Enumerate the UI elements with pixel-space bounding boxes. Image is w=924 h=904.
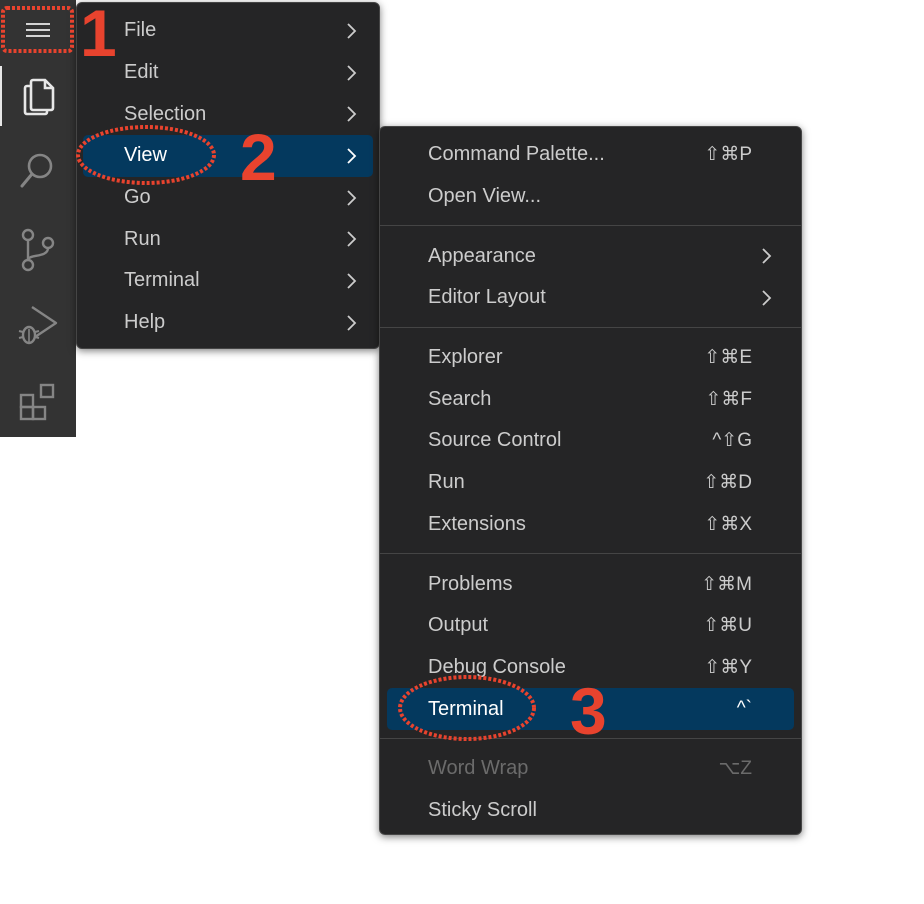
view-menu-item-editor-layout[interactable]: Editor Layout xyxy=(387,277,794,319)
menu-item-shortcut: ⌥Z xyxy=(718,758,752,780)
menu-item-label: Appearance xyxy=(428,244,536,267)
chevron-right-icon xyxy=(347,64,357,81)
main-menu-item-go[interactable]: Go xyxy=(83,177,373,219)
submenu-chevron xyxy=(345,10,357,52)
menu-item-label: Sticky Scroll xyxy=(428,798,537,821)
application-menu: File Edit Selection View Go Run Terminal Help xyxy=(76,2,380,349)
menu-item-label: Help xyxy=(124,311,166,334)
view-menu-item-problems[interactable]: Problems ⇧⌘M xyxy=(387,563,794,605)
submenu-chevron xyxy=(345,177,357,219)
chevron-right-icon xyxy=(347,315,357,331)
application-menu-button[interactable] xyxy=(0,2,76,58)
view-menu-item-command-palette[interactable]: Command Palette... ⇧⌘P xyxy=(387,134,794,176)
menu-item-shortcut: ⇧⌘P xyxy=(704,144,752,166)
view-menu-item-run[interactable]: Run ⇧⌘D xyxy=(387,462,794,504)
source-control-icon xyxy=(21,228,55,272)
main-menu-item-edit[interactable]: Edit xyxy=(83,52,373,94)
main-menu-item-run[interactable]: Run xyxy=(83,218,373,260)
menu-separator xyxy=(380,553,801,555)
menu-item-label: File xyxy=(124,19,157,42)
menu-item-label: Run xyxy=(124,227,161,250)
submenu-chevron xyxy=(345,260,357,302)
chevron-right-icon xyxy=(347,273,357,289)
chevron-right-icon xyxy=(762,248,772,264)
view-menu-item-extensions[interactable]: Extensions ⇧⌘X xyxy=(387,504,794,546)
menu-item-shortcut: ⇧⌘Y xyxy=(704,656,752,678)
annotation-number-1: 1 xyxy=(80,0,117,70)
menu-item-shortcut: ⇧⌘M xyxy=(701,573,752,595)
view-menu-item-search[interactable]: Search ⇧⌘F xyxy=(387,378,794,420)
menu-item-shortcut: ^⇧G xyxy=(712,430,752,452)
activity-bar xyxy=(0,0,76,437)
menu-separator xyxy=(380,225,801,227)
main-menu-item-view[interactable]: View xyxy=(83,135,373,177)
search-button[interactable] xyxy=(0,141,76,201)
annotation-number-2: 2 xyxy=(240,120,277,194)
chevron-right-icon xyxy=(347,189,357,206)
view-menu-item-open-view[interactable]: Open View... xyxy=(387,176,794,218)
view-menu-item-appearance[interactable]: Appearance xyxy=(387,235,794,277)
menu-item-label: Edit xyxy=(124,61,159,84)
menu-item-label: Terminal xyxy=(124,269,200,292)
menu-item-shortcut: ⇧⌘X xyxy=(704,513,752,535)
menu-item-shortcut: ⇧⌘F xyxy=(705,388,752,410)
submenu-chevron xyxy=(760,277,772,319)
menu-item-label: Open View... xyxy=(428,185,542,208)
menu-item-shortcut: ⇧⌘U xyxy=(703,615,752,637)
submenu-chevron xyxy=(345,218,357,260)
submenu-chevron xyxy=(760,235,772,277)
menu-item-label: Editor Layout xyxy=(428,286,546,309)
view-menu-item-output[interactable]: Output ⇧⌘U xyxy=(387,605,794,647)
submenu-chevron xyxy=(345,302,357,344)
view-menu-item-sticky-scroll[interactable]: Sticky Scroll xyxy=(387,790,794,832)
search-icon xyxy=(20,153,53,188)
chevron-right-icon xyxy=(762,290,772,306)
menu-item-shortcut: ⇧⌘E xyxy=(704,347,752,369)
extensions-icon xyxy=(19,383,55,421)
main-menu-item-selection[interactable]: Selection xyxy=(83,93,373,135)
submenu-chevron xyxy=(345,135,357,177)
menu-icon xyxy=(26,23,50,37)
run-debug-button[interactable] xyxy=(0,295,76,355)
main-menu-item-file[interactable]: File xyxy=(83,10,373,52)
main-menu-item-help[interactable]: Help xyxy=(83,302,373,344)
screenshot-stage: File Edit Selection View Go Run Terminal Help C… xyxy=(0,0,924,904)
submenu-chevron xyxy=(345,93,357,135)
submenu-chevron xyxy=(345,52,357,94)
chevron-right-icon xyxy=(347,231,357,247)
menu-separator xyxy=(380,326,801,328)
chevron-right-icon xyxy=(347,23,357,39)
files-icon xyxy=(23,78,55,116)
menu-item-shortcut: ⇧⌘D xyxy=(703,472,752,494)
source-control-button[interactable] xyxy=(0,220,76,280)
main-menu-item-terminal[interactable]: Terminal xyxy=(83,260,373,302)
view-menu-item-explorer[interactable]: Explorer ⇧⌘E xyxy=(387,337,794,379)
run-debug-icon xyxy=(18,306,58,345)
view-menu-item-source-control[interactable]: Source Control ^⇧G xyxy=(387,420,794,462)
chevron-right-icon xyxy=(347,106,357,122)
menu-item-shortcut: ^` xyxy=(736,698,752,720)
chevron-right-icon xyxy=(347,148,357,164)
view-menu-item-word-wrap: Word Wrap ⌥Z xyxy=(387,748,794,790)
extensions-button[interactable] xyxy=(0,372,76,432)
annotation-number-3: 3 xyxy=(570,674,607,748)
explorer-button[interactable] xyxy=(0,66,76,126)
